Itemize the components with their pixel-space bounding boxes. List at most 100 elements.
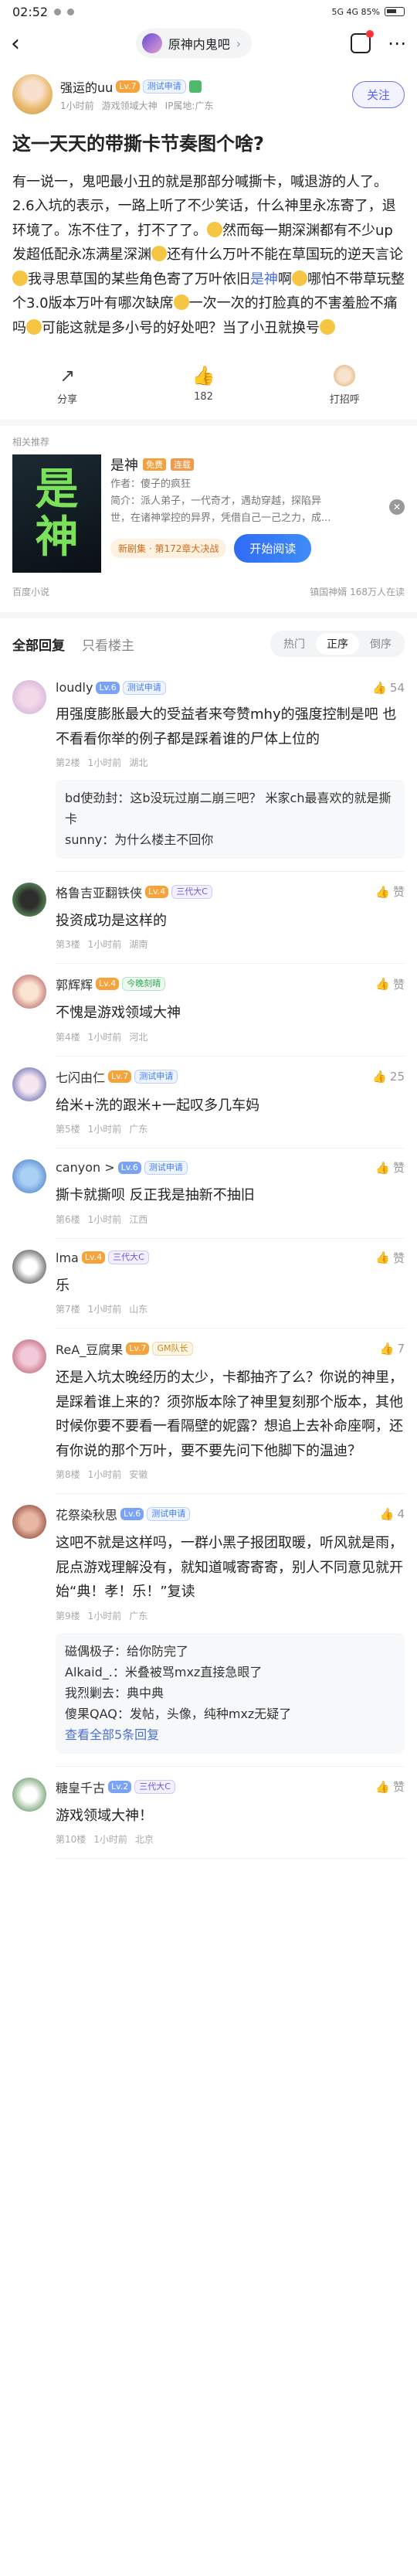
comment-time: 1小时前 xyxy=(87,1469,122,1481)
more-icon[interactable]: ⋯ xyxy=(388,32,406,54)
comment-author[interactable]: 糖皇千古 xyxy=(56,1778,105,1796)
comment-time: 1小时前 xyxy=(87,757,122,769)
comment-like-button[interactable]: 👍 赞 xyxy=(375,1159,405,1176)
author-name[interactable]: 强运的uu xyxy=(60,77,113,96)
level-badge: Lv.2 xyxy=(108,1780,132,1793)
book-author: 作者：傻子的疯狂 xyxy=(110,478,192,491)
like-count: 赞 xyxy=(392,1161,405,1176)
user-badge: 三代大C xyxy=(108,1251,149,1265)
recommend-card[interactable]: 是 神 是神 免费 连载 作者：傻子的疯狂 简介：派人弟子，一代奇才，遇劫穿越，… xyxy=(0,454,417,580)
sort-switch: 热门 正序 倒序 xyxy=(270,631,405,658)
comment-like-button[interactable]: 👍 赞 xyxy=(375,976,405,992)
avatar[interactable] xyxy=(12,975,46,1009)
thumbs-up-icon: 👍 xyxy=(372,680,387,695)
thumbs-up-icon: 👍 xyxy=(192,365,215,387)
avatar[interactable] xyxy=(12,882,46,917)
sort-hot[interactable]: 热门 xyxy=(273,633,316,655)
comment-like-button[interactable]: 👍 7 xyxy=(380,1342,405,1356)
share-label: 分享 xyxy=(57,394,78,407)
start-reading-button[interactable]: 开始阅读 xyxy=(234,533,312,563)
tip-avatar-icon xyxy=(334,365,356,387)
forum-link[interactable]: 是神 xyxy=(250,271,278,288)
comment-author[interactable]: ReA_豆腐果 xyxy=(56,1339,123,1358)
comment-author[interactable]: 花祭染秋思 xyxy=(56,1505,117,1523)
comment-time: 1小时前 xyxy=(87,1124,122,1135)
comment-like-button[interactable]: 👍 赞 xyxy=(375,1250,405,1266)
tip-label: 打招呼 xyxy=(329,394,360,407)
post-time: 1小时前 xyxy=(60,100,94,111)
user-badge: 三代大C xyxy=(134,1779,175,1794)
comment-text: 乐 xyxy=(56,1277,70,1294)
notification-icon xyxy=(54,8,62,15)
post-text: 我寻思草国的某些角色寄了万叶依旧 xyxy=(28,271,250,288)
close-icon[interactable]: ✕ xyxy=(389,499,405,516)
like-count: 赞 xyxy=(392,1780,405,1795)
source-meta: 镇国神婿 168万人在读 xyxy=(310,587,405,598)
author-avatar[interactable] xyxy=(12,74,53,114)
comment-author[interactable]: 七闪由仁 xyxy=(56,1067,105,1086)
comment-ip: 北京 xyxy=(134,1834,154,1846)
edit-icon[interactable] xyxy=(350,30,374,53)
comment-text: 这吧不就是这样吗，一群小黑子报团取暖，听风就是雨，屁点游戏理解没有，就知道喊寄寄… xyxy=(56,1535,403,1601)
floor: 第3楼 xyxy=(56,939,80,951)
comment-author[interactable]: 格鲁吉亚翻铁侠 xyxy=(56,883,142,901)
comment-ip: 江西 xyxy=(129,1213,148,1225)
author-ip: IP属地:广东 xyxy=(164,100,214,111)
avatar[interactable] xyxy=(12,680,46,715)
floor: 第6楼 xyxy=(56,1213,80,1225)
sort-desc[interactable]: 倒序 xyxy=(359,633,402,655)
like-count: 赞 xyxy=(392,977,405,992)
comments-header: 全部回复 只看楼主 热门 正序 倒序 xyxy=(0,618,417,669)
avatar[interactable] xyxy=(12,1067,46,1101)
comment-text: 给米+洗的跟米+一起叹多几车妈 xyxy=(56,1097,260,1114)
thumbs-up-icon: 👍 xyxy=(375,1160,390,1175)
comment-like-button[interactable]: 👍 4 xyxy=(380,1507,405,1521)
emoji-icon xyxy=(26,318,42,335)
comment-author[interactable]: 郭辉辉 xyxy=(56,975,93,993)
avatar[interactable] xyxy=(12,1777,46,1812)
source-name: 百度小说 xyxy=(12,587,50,598)
comment-text: 游戏领域大神！ xyxy=(56,1807,153,1824)
book-cover-text: 是 xyxy=(35,464,79,515)
tab-all-replies[interactable]: 全部回复 xyxy=(12,635,65,654)
tab-host-only[interactable]: 只看楼主 xyxy=(82,635,134,654)
comment-time: 1小时前 xyxy=(87,1031,122,1043)
comment-text: 不愧是游戏领域大神 xyxy=(56,1005,181,1022)
comment-author[interactable]: canyon > xyxy=(56,1160,115,1175)
tip-button[interactable]: 打招呼 xyxy=(330,365,360,406)
avatar[interactable] xyxy=(12,1339,46,1374)
comment-time: 1小时前 xyxy=(87,1213,122,1225)
comment-item: canyon > Lv.6 测试申请 👍 赞 撕卡就撕呗 反正我是抽新不抽旧 第6… xyxy=(0,1148,417,1239)
comment-author[interactable]: lma xyxy=(56,1251,79,1265)
comment-time: 1小时前 xyxy=(93,1834,127,1846)
share-button[interactable]: ↗ 分享 xyxy=(57,365,77,406)
emoji-icon xyxy=(292,270,307,286)
comment-like-button[interactable]: 👍 25 xyxy=(372,1070,405,1084)
user-badge: 测试申请 xyxy=(144,1160,188,1175)
reply-box[interactable]: 磁偶极子：给你防完了 Alkaid_.：米叠被骂mxz直接急眼了 我烈剿去：典中… xyxy=(56,1632,405,1754)
like-button[interactable]: 👍 182 xyxy=(192,365,215,406)
thumbs-up-icon: 👍 xyxy=(375,1251,390,1265)
comment-like-button[interactable]: 👍 赞 xyxy=(375,883,405,900)
comment-like-button[interactable]: 👍 54 xyxy=(372,681,405,695)
comment-like-button[interactable]: 👍 赞 xyxy=(375,1778,405,1795)
avatar[interactable] xyxy=(12,1249,46,1284)
comment-author[interactable]: loudly xyxy=(56,680,93,695)
post-actions: ↗ 分享 👍 182 打招呼 xyxy=(0,352,417,427)
avatar[interactable] xyxy=(12,1505,46,1540)
view-all-replies-link[interactable]: 查看全部5条回复 xyxy=(65,1724,395,1745)
thumbs-up-icon: 👍 xyxy=(375,1779,390,1794)
back-icon[interactable]: ‹ xyxy=(11,30,37,57)
author-field: 游戏领域大神 xyxy=(101,100,158,111)
reply-item: bd使劲封：这b没玩过崩二崩三吧？ 米家ch最喜欢的就是撕卡 xyxy=(65,791,392,827)
forum-pill[interactable]: 原神内鬼吧 › xyxy=(135,29,253,58)
comment-text: 撕卡就撕呗 反正我是抽新不抽旧 xyxy=(56,1187,255,1204)
reply-box[interactable]: bd使劲封：这b没玩过崩二崩三吧？ 米家ch最喜欢的就是撕卡 sunny：为什么… xyxy=(56,780,405,859)
comment-item: 郭辉辉 Lv.4 今晚刻晴 👍 赞 不愧是游戏领域大神 第4楼 1小时前 河北 xyxy=(0,964,417,1057)
follow-button[interactable]: 关注 xyxy=(351,80,405,108)
reply-item: 我烈剿去：典中典 xyxy=(65,1686,164,1701)
avatar[interactable] xyxy=(12,1159,46,1194)
sort-asc[interactable]: 正序 xyxy=(316,633,359,655)
author-level: Lv.7 xyxy=(116,80,140,93)
comment-text: 投资成功是这样的 xyxy=(56,912,167,929)
